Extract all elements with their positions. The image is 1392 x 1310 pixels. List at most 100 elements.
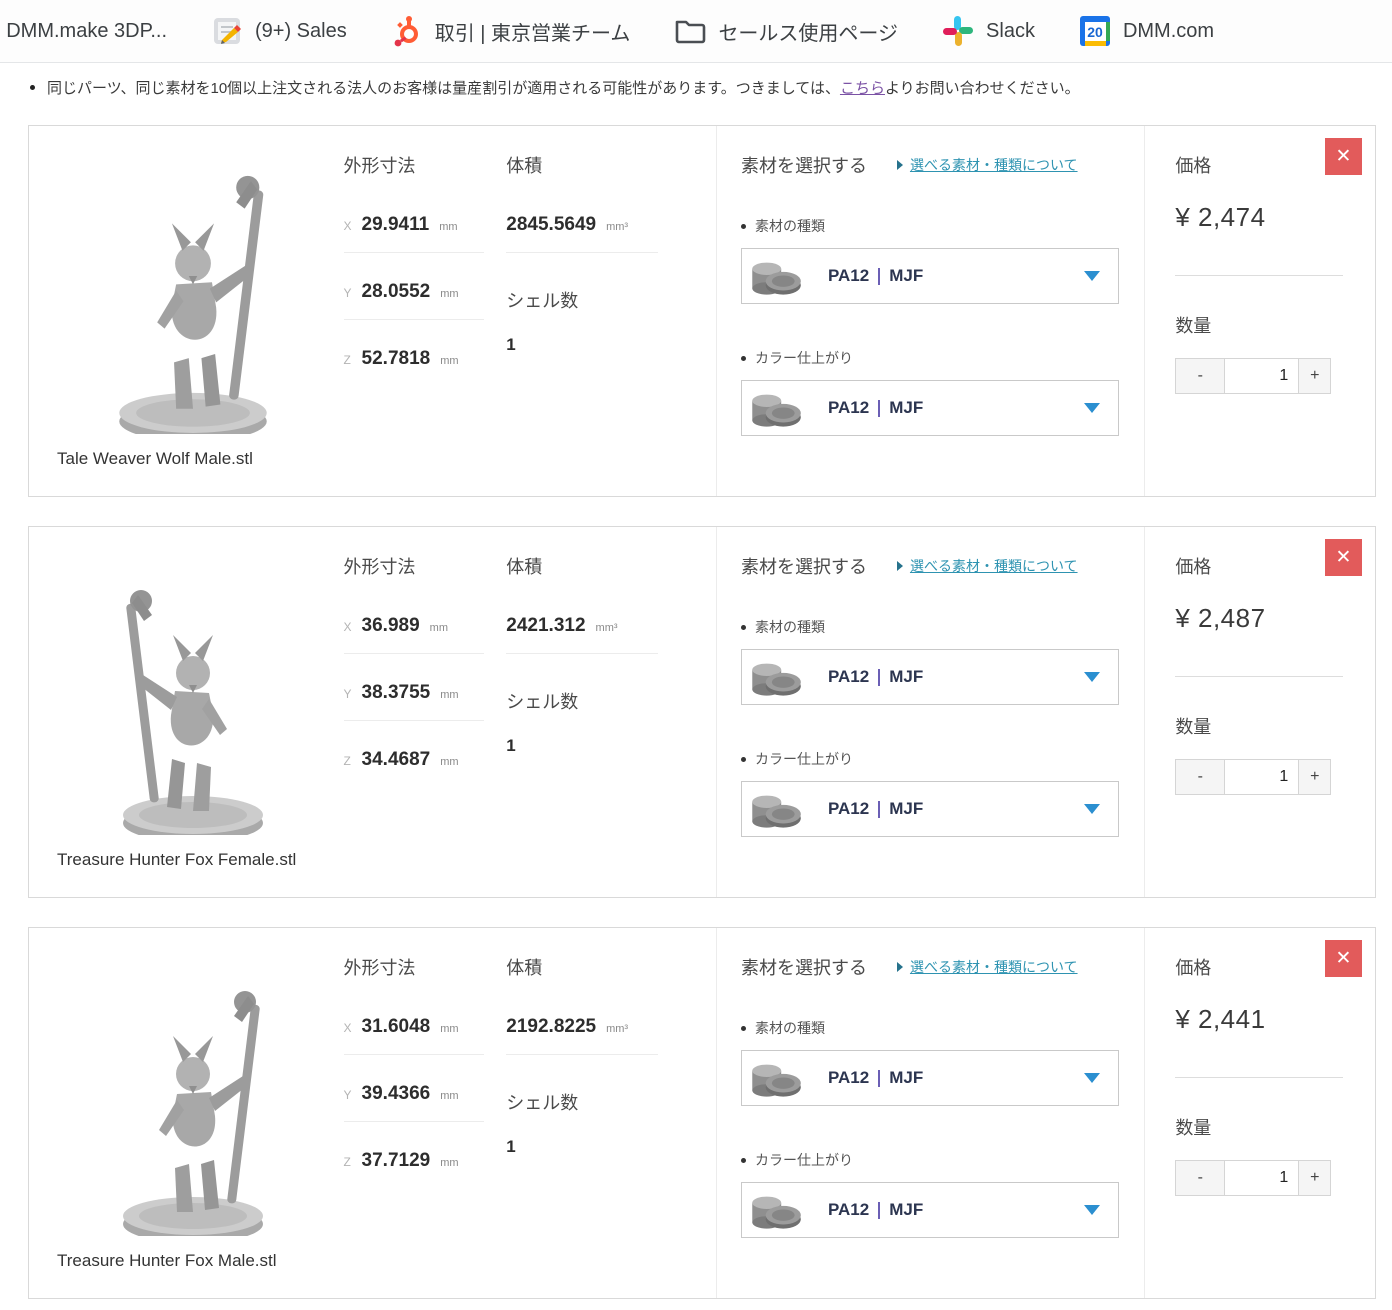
material-thumbnail xyxy=(744,250,806,302)
bookmark-label: セールス使用ページ xyxy=(718,17,898,46)
dimensions-header: 外形寸法 xyxy=(344,152,507,178)
pipe-separator xyxy=(878,669,880,686)
bookmark-label: 取引 | 東京営業チーム xyxy=(435,17,631,46)
material-column: 素材を選択する 選べる素材・種類について 素材の種類 PA12 MJF xyxy=(716,126,1145,496)
shell-count-label: シェル数 xyxy=(506,287,716,313)
quantity-stepper: - + xyxy=(1175,1160,1375,1196)
price-value: ¥ 2,474 xyxy=(1175,202,1375,233)
quantity-increase-button[interactable]: + xyxy=(1299,759,1331,795)
color-finish-label: カラー仕上がり xyxy=(741,1150,1144,1170)
chevron-down-icon xyxy=(1084,271,1100,281)
model-preview-image xyxy=(68,954,318,1236)
bookmark-dmm-com-calendar[interactable]: 20 DMM.com xyxy=(1079,15,1214,47)
remove-item-button[interactable]: ✕ xyxy=(1325,940,1362,977)
color-finish-dropdown[interactable]: PA12 MJF xyxy=(741,781,1119,837)
quantity-input[interactable] xyxy=(1225,1160,1299,1196)
remove-item-button[interactable]: ✕ xyxy=(1325,539,1362,576)
price-column: 価格 ¥ 2,474 数量 - + xyxy=(1145,126,1375,496)
bullet-icon xyxy=(741,757,746,762)
remove-item-button[interactable]: ✕ xyxy=(1325,138,1362,175)
material-thumbnail xyxy=(744,783,806,835)
bookmark-dmm-make-3dp[interactable]: ) DMM.make 3DP... xyxy=(0,20,167,43)
slack-icon xyxy=(942,15,974,47)
color-finish-dropdown[interactable]: PA12 MJF xyxy=(741,1182,1119,1238)
dimension-row-z: Z 52.7818 mm xyxy=(344,348,484,386)
bookmark-label: Slack xyxy=(986,20,1035,43)
triangle-right-icon xyxy=(897,160,903,170)
notice-text-after: よりお問い合わせください。 xyxy=(885,80,1080,97)
material-type-dropdown[interactable]: PA12 MJF xyxy=(741,1050,1119,1106)
material-section-title: 素材を選択する xyxy=(741,954,867,980)
cart-item-list: ✕ Tale Weaver Wolf Male.stl 外形寸法 X 29.94… xyxy=(0,125,1392,1299)
volume-header: 体積 xyxy=(506,553,716,579)
chevron-down-icon xyxy=(1084,403,1100,413)
volume-column: 体積 2421.312 mm³ シェル数 1 xyxy=(506,527,716,897)
volume-value: 2192.8225 xyxy=(506,1016,596,1038)
google-calendar-icon: 20 xyxy=(1079,15,1111,47)
model-filename: Treasure Hunter Fox Female.stl xyxy=(57,847,327,873)
chevron-down-icon xyxy=(1084,1205,1100,1215)
model-preview-image xyxy=(68,152,318,434)
quantity-input[interactable] xyxy=(1225,358,1299,394)
cart-item-card: ✕ Tale Weaver Wolf Male.stl 外形寸法 X 29.94… xyxy=(28,125,1376,497)
shell-count-value: 1 xyxy=(506,1137,716,1157)
selected-color-finish: PA12 MJF xyxy=(828,398,923,418)
quantity-label: 数量 xyxy=(1175,1114,1375,1140)
material-type-dropdown[interactable]: PA12 MJF xyxy=(741,649,1119,705)
model-filename: Treasure Hunter Fox Male.stl xyxy=(57,1248,327,1274)
bullet-icon xyxy=(741,1026,746,1031)
pipe-separator xyxy=(878,400,880,417)
bookmark-hubspot-deals[interactable]: 取引 | 東京営業チーム xyxy=(391,15,631,47)
quantity-increase-button[interactable]: + xyxy=(1299,1160,1331,1196)
dimension-row-x: X 36.989 mm xyxy=(344,615,484,654)
quantity-decrease-button[interactable]: - xyxy=(1175,1160,1225,1196)
material-thumbnail xyxy=(744,382,806,434)
dimension-row-y: Y 38.3755 mm xyxy=(344,682,484,721)
dimension-row-x: X 31.6048 mm xyxy=(344,1016,484,1055)
material-thumbnail xyxy=(744,651,806,703)
dimensions-column: 外形寸法 X 31.6048 mm Y 39.4366 mm Z 37.7129… xyxy=(344,928,507,1298)
model-filename: Tale Weaver Wolf Male.stl xyxy=(57,446,327,472)
bullet-icon xyxy=(741,1158,746,1163)
volume-value: 2421.312 xyxy=(506,615,585,637)
material-column: 素材を選択する 選べる素材・種類について 素材の種類 PA12 MJF xyxy=(716,928,1145,1298)
close-icon: ✕ xyxy=(1336,146,1352,167)
quantity-stepper: - + xyxy=(1175,759,1375,795)
contact-us-link[interactable]: こちら xyxy=(840,80,885,97)
divider xyxy=(1175,1077,1343,1078)
dimension-row-z: Z 37.7129 mm xyxy=(344,1150,484,1188)
bullet-icon xyxy=(30,85,35,90)
material-info-link[interactable]: 選べる素材・種類について xyxy=(897,155,1078,175)
dimension-x-value: 29.9411 xyxy=(362,214,430,236)
quantity-increase-button[interactable]: + xyxy=(1299,358,1331,394)
bookmark-slack[interactable]: Slack xyxy=(942,15,1035,47)
bookmark-sales-pages-folder[interactable]: セールス使用ページ xyxy=(674,15,898,47)
bullet-icon xyxy=(741,625,746,630)
volume-header: 体積 xyxy=(506,152,716,178)
material-info-link[interactable]: 選べる素材・種類について xyxy=(897,556,1078,576)
pipe-separator xyxy=(878,1202,880,1219)
material-info-link[interactable]: 選べる素材・種類について xyxy=(897,957,1078,977)
shell-count-value: 1 xyxy=(506,335,716,355)
quantity-decrease-button[interactable]: - xyxy=(1175,358,1225,394)
dimension-y-value: 38.3755 xyxy=(362,682,431,704)
quantity-decrease-button[interactable]: - xyxy=(1175,759,1225,795)
dimension-z-value: 37.7129 xyxy=(362,1150,431,1172)
quantity-input[interactable] xyxy=(1225,759,1299,795)
material-section-title: 素材を選択する xyxy=(741,152,867,178)
bookmark-sales[interactable]: (9+) Sales xyxy=(211,15,347,47)
volume-column: 体積 2192.8225 mm³ シェル数 1 xyxy=(506,928,716,1298)
triangle-right-icon xyxy=(897,561,903,571)
notes-pencil-icon xyxy=(211,15,243,47)
material-type-dropdown[interactable]: PA12 MJF xyxy=(741,248,1119,304)
pipe-separator xyxy=(878,1070,880,1087)
divider xyxy=(1175,676,1343,677)
notice-text: 同じパーツ、同じ素材を10個以上注文される法人のお客様は量産割引が適用される可能… xyxy=(47,80,840,97)
dimensions-header: 外形寸法 xyxy=(344,954,507,980)
material-type-label: 素材の種類 xyxy=(741,1018,1144,1038)
color-finish-dropdown[interactable]: PA12 MJF xyxy=(741,380,1119,436)
volume-row: 2421.312 mm³ xyxy=(506,615,658,654)
dimension-row-z: Z 34.4687 mm xyxy=(344,749,484,787)
pipe-separator xyxy=(878,801,880,818)
close-icon: ✕ xyxy=(1336,948,1352,969)
